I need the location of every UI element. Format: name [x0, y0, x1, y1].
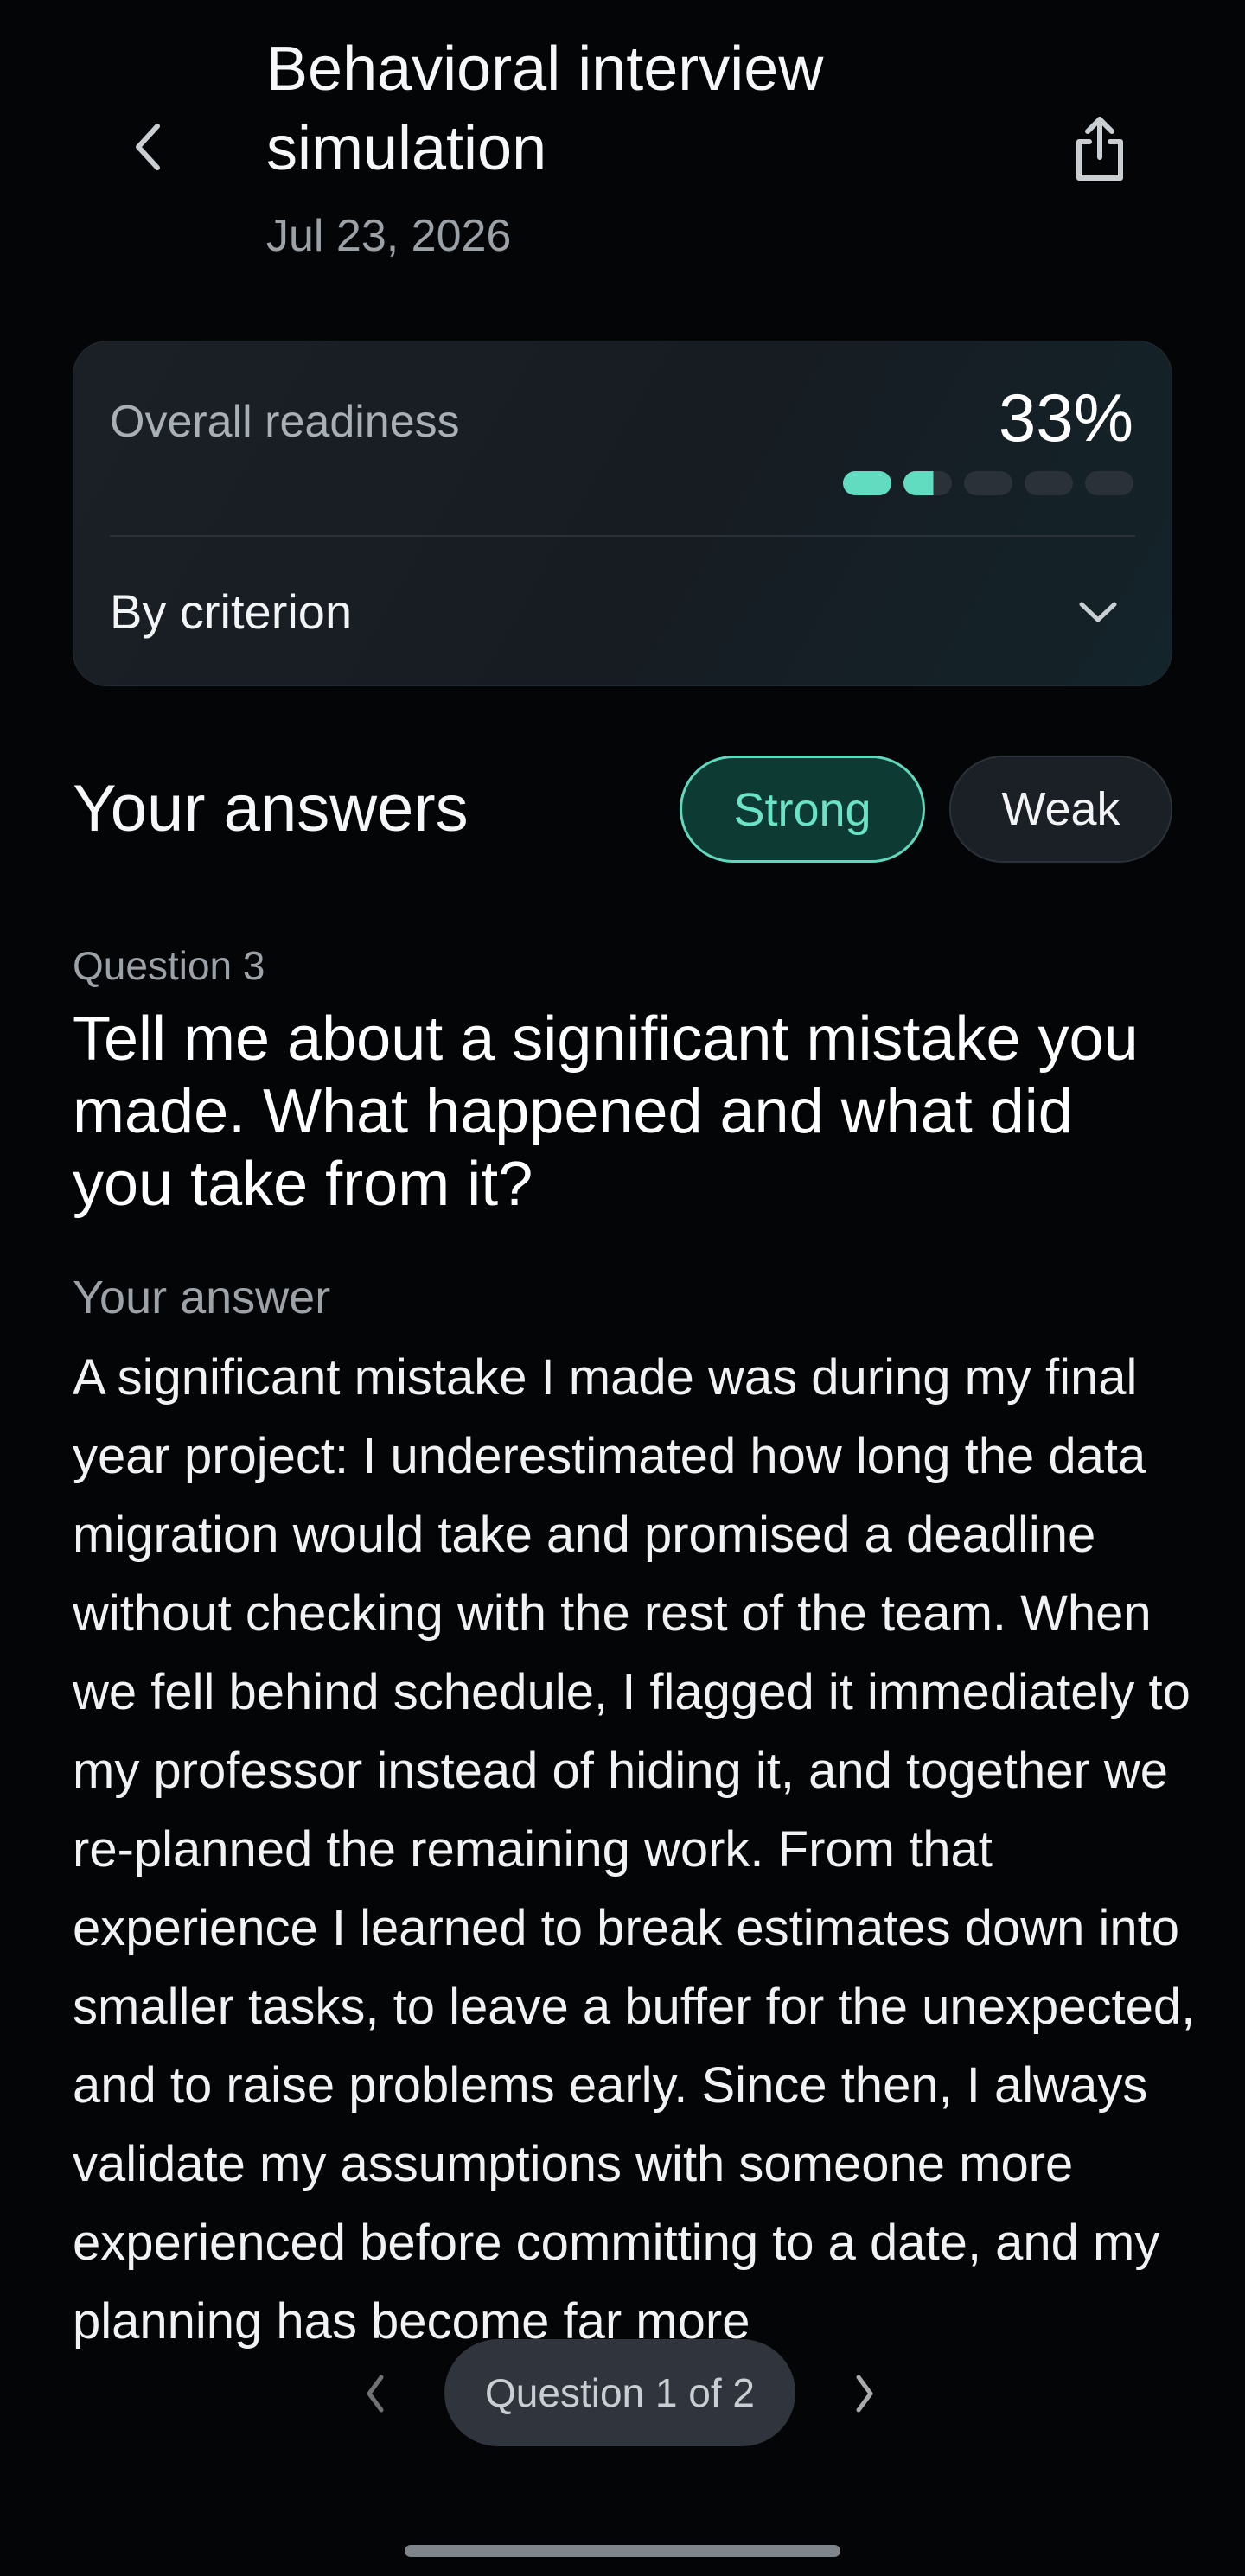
answer-label: Your answer: [73, 1272, 331, 1323]
chevron-down-icon: [1076, 590, 1120, 634]
back-button[interactable]: [121, 112, 176, 182]
question-pager[interactable]: Question 1 of 2: [444, 2339, 795, 2446]
readiness-label: Overall readiness: [110, 397, 460, 447]
readiness-card: Overall readiness 33% By criterion: [73, 341, 1172, 686]
share-button[interactable]: [1065, 107, 1134, 190]
question-text: Tell me about a significant mistake you …: [73, 1004, 1139, 1219]
by-criterion-toggle[interactable]: By criterion: [73, 537, 1172, 687]
chevron-right-icon: [856, 2375, 873, 2413]
page-title: Behavioral interview simulation: [266, 35, 824, 183]
session-date: Jul 23, 2026: [266, 211, 512, 261]
progress-dot: [903, 471, 952, 495]
results-screen: Behavioral interview simulation Jul 23, …: [0, 0, 1245, 2576]
progress-dot: [843, 471, 891, 495]
next-question-button[interactable]: [839, 2363, 891, 2424]
progress-dot: [1025, 471, 1073, 495]
answers-heading: Your answers: [73, 772, 469, 845]
filter-weak-chip[interactable]: Weak: [949, 756, 1172, 863]
filter-strong-chip[interactable]: Strong: [680, 756, 925, 863]
progress-dot: [1085, 471, 1133, 495]
progress-dot: [964, 471, 1012, 495]
answer-text: A significant mistake I made was during …: [73, 1349, 1196, 2350]
chevron-left-icon: [136, 124, 160, 170]
question-number: Question 3: [73, 943, 265, 988]
by-criterion-label: By criterion: [110, 584, 353, 639]
previous-question-button[interactable]: [349, 2363, 401, 2424]
readiness-progress: [843, 471, 1133, 495]
chevron-left-icon: [367, 2375, 384, 2413]
readiness-value: 33%: [998, 379, 1133, 456]
share-icon: [1076, 117, 1123, 181]
home-indicator: [405, 2545, 840, 2557]
